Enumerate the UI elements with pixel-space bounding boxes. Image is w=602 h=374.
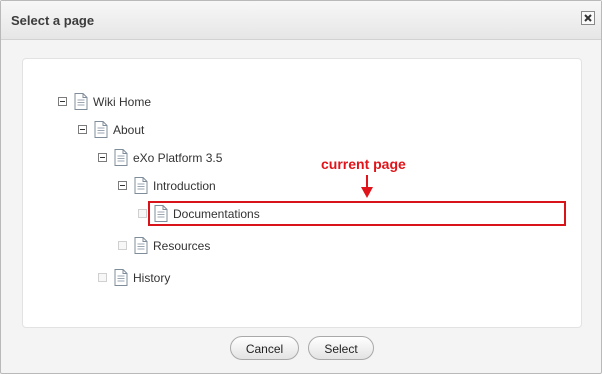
page-icon (114, 149, 128, 166)
page-icon (134, 237, 148, 254)
dialog-title: Select a page (11, 13, 95, 28)
collapse-toggle-icon[interactable] (78, 125, 87, 134)
collapse-toggle-icon[interactable] (58, 97, 67, 106)
collapse-toggle-icon[interactable] (98, 153, 107, 162)
tree-node-exo-platform[interactable]: eXo Platform 3.5 (98, 149, 298, 167)
tree-node-resources[interactable]: Resources (118, 237, 318, 255)
tree-node-label[interactable]: Wiki Home (93, 95, 151, 109)
arrow-down-icon (361, 175, 373, 198)
select-button[interactable]: Select (308, 336, 374, 360)
collapse-toggle-icon[interactable] (118, 181, 127, 190)
tree-node-introduction[interactable]: Introduction (118, 177, 318, 195)
leaf-toggle-icon (118, 241, 127, 250)
leaf-toggle-icon (98, 273, 107, 282)
leaf-toggle-icon (138, 209, 147, 218)
page-icon (154, 205, 168, 222)
tree-node-documentations[interactable]: Documentations (138, 205, 338, 223)
close-icon[interactable] (581, 11, 595, 25)
page-icon (74, 93, 88, 110)
cancel-button[interactable]: Cancel (230, 336, 299, 360)
dialog-titlebar: Select a page (1, 1, 601, 40)
page-icon (114, 269, 128, 286)
select-page-dialog: Select a page Wiki Home About eXo Platfo… (0, 0, 602, 374)
tree-node-label[interactable]: Documentations (173, 207, 260, 221)
current-page-annotation: current page (321, 156, 406, 172)
tree-node-label[interactable]: About (113, 123, 144, 137)
page-icon (94, 121, 108, 138)
tree-node-label[interactable]: Introduction (153, 179, 216, 193)
tree-node-label[interactable]: Resources (153, 239, 210, 253)
page-icon (134, 177, 148, 194)
tree-node-label[interactable]: History (133, 271, 170, 285)
tree-node-history[interactable]: History (98, 269, 298, 287)
tree-node-about[interactable]: About (78, 121, 278, 139)
tree-node-wiki-home[interactable]: Wiki Home (58, 93, 258, 111)
tree-node-label[interactable]: eXo Platform 3.5 (133, 151, 222, 165)
